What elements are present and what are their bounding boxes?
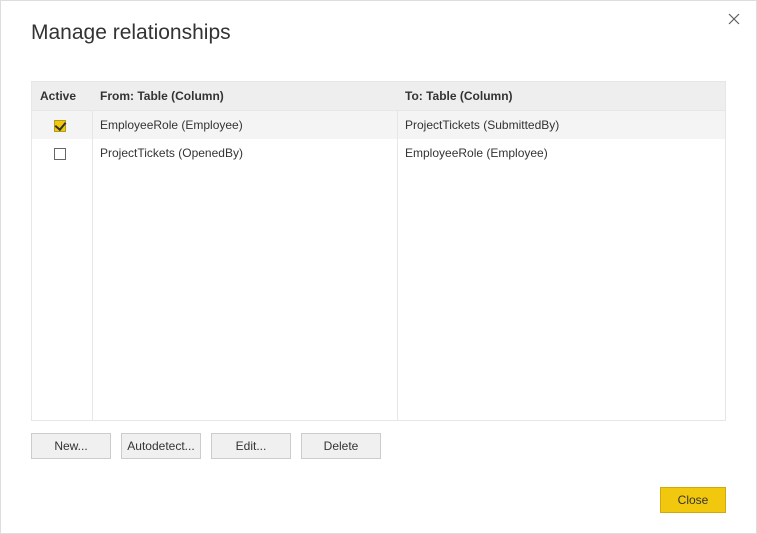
- new-button[interactable]: New...: [31, 433, 111, 459]
- active-checkbox[interactable]: [54, 148, 66, 160]
- relationships-table: Active From: Table (Column) To: Table (C…: [31, 81, 726, 421]
- column-header-from[interactable]: From: Table (Column): [92, 82, 397, 111]
- footer-button-row: Close: [660, 487, 726, 513]
- dialog-title: Manage relationships: [31, 21, 231, 45]
- to-cell: EmployeeRole (Employee): [397, 139, 725, 167]
- autodetect-button[interactable]: Autodetect...: [121, 433, 201, 459]
- from-cell: ProjectTickets (OpenedBy): [92, 139, 397, 167]
- close-icon[interactable]: [724, 9, 744, 29]
- action-button-row: New... Autodetect... Edit... Delete: [31, 433, 381, 459]
- edit-button[interactable]: Edit...: [211, 433, 291, 459]
- column-header-to[interactable]: To: Table (Column): [397, 82, 725, 111]
- table-row[interactable]: ProjectTickets (OpenedBy)EmployeeRole (E…: [32, 139, 725, 167]
- table-row[interactable]: EmployeeRole (Employee)ProjectTickets (S…: [32, 111, 725, 140]
- active-checkbox[interactable]: [54, 120, 66, 132]
- close-button[interactable]: Close: [660, 487, 726, 513]
- to-cell: ProjectTickets (SubmittedBy): [397, 111, 725, 140]
- from-cell: EmployeeRole (Employee): [92, 111, 397, 140]
- manage-relationships-dialog: Manage relationships Active From: Table …: [0, 0, 757, 534]
- column-header-active[interactable]: Active: [32, 82, 92, 111]
- delete-button[interactable]: Delete: [301, 433, 381, 459]
